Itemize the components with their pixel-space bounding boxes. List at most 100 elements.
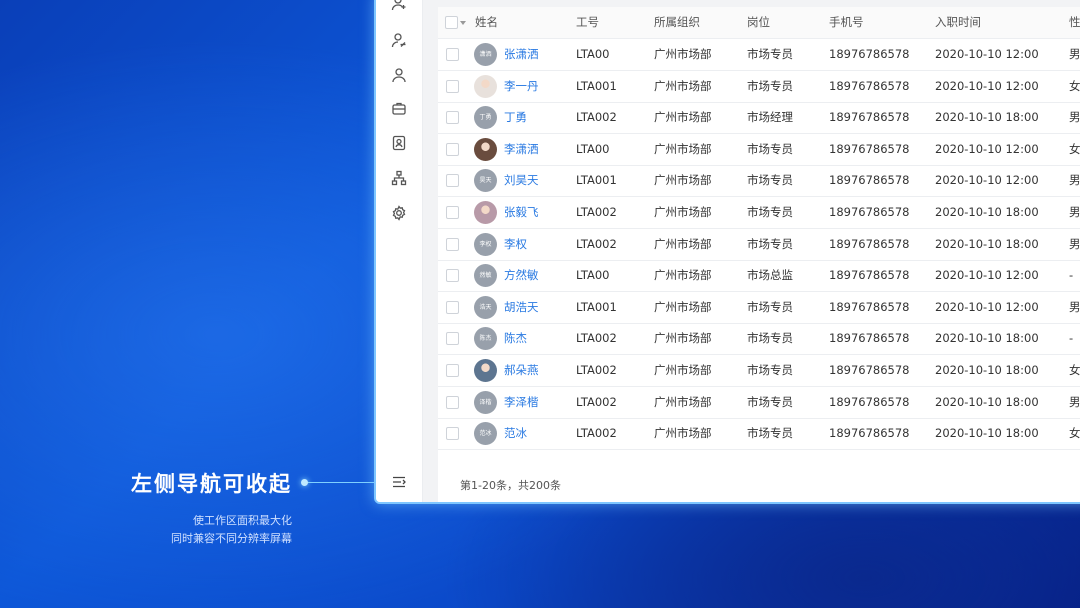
row-checkbox[interactable] xyxy=(446,48,459,61)
row-checkbox[interactable] xyxy=(446,111,459,125)
avatar: 昊天 xyxy=(474,169,497,193)
employee-name-link[interactable]: 张毅飞 xyxy=(504,197,539,228)
cell-gender: 男 xyxy=(1069,205,1080,219)
cell-date: 2020-10-10 12:00 xyxy=(935,141,1039,156)
cell-phone: 18976786578 xyxy=(829,110,910,125)
employee-name-link[interactable]: 丁勇 xyxy=(504,102,527,133)
cell-phone: 18976786578 xyxy=(829,141,910,156)
employee-name-link[interactable]: 刘昊天 xyxy=(504,165,539,196)
cell-id: LTA002 xyxy=(576,205,617,219)
avatar: 浩天 xyxy=(474,295,497,319)
row-checkbox[interactable] xyxy=(446,395,459,409)
table-row[interactable]: 潇洒 张潇洒 LTA00 广州市场部 市场专员 18976786578 2020-10-10… xyxy=(438,39,1080,71)
employee-name-link[interactable]: 张潇洒 xyxy=(504,39,539,70)
employee-name-link[interactable]: 李泽楷 xyxy=(504,387,539,418)
cell-gender: 女 xyxy=(1069,426,1080,441)
cell-phone: 18976786578 xyxy=(829,426,910,441)
avatar: 丁勇 xyxy=(474,106,497,130)
cell-gender: 女 xyxy=(1069,141,1080,156)
row-checkbox[interactable] xyxy=(446,269,459,283)
column-header-id[interactable]: 工号 xyxy=(576,7,599,38)
cell-org: 广州市场部 xyxy=(654,268,712,283)
annotation-title: 左侧导航可收起 xyxy=(131,472,292,496)
cell-phone: 18976786578 xyxy=(829,173,910,188)
cell-post: 市场专员 xyxy=(747,47,793,61)
table-row[interactable]: 然敏 方然敏 LTA00 广州市场部 市场总监 18976786578 2020-10-10… xyxy=(438,260,1080,293)
table-row[interactable]: 郝朵燕 LTA002 广州市场部 市场专员 18976786578 2020-10-10 … xyxy=(438,355,1080,387)
table-row[interactable]: 泽楷 李泽楷 LTA002 广州市场部 市场专员 18976786578 2020-10-1… xyxy=(438,387,1080,419)
row-checkbox[interactable] xyxy=(446,427,459,441)
cell-date: 2020-10-10 18:00 xyxy=(935,394,1039,409)
cell-gender: - xyxy=(1069,268,1074,283)
row-checkbox[interactable] xyxy=(446,206,459,219)
cell-post: 市场专员 xyxy=(747,205,793,219)
employee-name-link[interactable]: 李一丹 xyxy=(504,71,539,102)
employee-name-link[interactable]: 陈杰 xyxy=(504,323,527,354)
cell-id: LTA00 xyxy=(576,47,610,61)
sidebar-nav xyxy=(376,0,423,502)
cell-org: 广州市场部 xyxy=(654,110,712,125)
cell-phone: 18976786578 xyxy=(829,78,910,93)
avatar: 陈杰 xyxy=(474,327,497,351)
annotation-subtitle-line-1: 使工作区面积最大化 xyxy=(193,514,292,527)
employee-name-link[interactable]: 李权 xyxy=(504,229,527,260)
row-checkbox[interactable] xyxy=(446,174,459,188)
employee-name-link[interactable]: 胡浩天 xyxy=(504,292,539,323)
row-checkbox[interactable] xyxy=(446,300,459,314)
row-checkbox[interactable] xyxy=(446,142,459,156)
briefcase-icon[interactable] xyxy=(389,98,409,118)
employee-name-link[interactable]: 方然敏 xyxy=(504,260,539,291)
cell-org: 广州市场部 xyxy=(654,394,712,409)
cell-org: 广州市场部 xyxy=(654,47,712,61)
employee-name-link[interactable]: 郝朵燕 xyxy=(504,355,539,386)
row-checkbox[interactable] xyxy=(446,332,459,346)
select-dropdown-caret-icon[interactable] xyxy=(460,21,466,25)
employee-name-link[interactable]: 李潇洒 xyxy=(504,134,539,165)
cell-id: LTA002 xyxy=(576,394,617,409)
user-edit-icon[interactable] xyxy=(389,30,409,50)
row-checkbox[interactable] xyxy=(446,364,459,377)
cell-phone: 18976786578 xyxy=(829,331,910,346)
avatar: 潇洒 xyxy=(474,43,497,66)
table-row[interactable]: 李一丹 LTA001 广州市场部 市场专员 18976786578 2020-10-10 … xyxy=(438,71,1080,103)
table-row[interactable]: 李潇洒 LTA00 广州市场部 市场专员 18976786578 2020-10-10 1… xyxy=(438,134,1080,166)
add-user-icon[interactable] xyxy=(389,0,409,13)
column-header-date[interactable]: 入职时间 xyxy=(935,7,981,38)
cell-id: LTA001 xyxy=(576,299,617,314)
cell-id: LTA002 xyxy=(576,426,617,441)
user-icon[interactable] xyxy=(389,65,409,85)
table-row[interactable]: 浩天 胡浩天 LTA001 广州市场部 市场专员 18976786578 2020-10-1… xyxy=(438,292,1080,324)
cell-gender: 男 xyxy=(1069,236,1080,251)
cell-org: 广州市场部 xyxy=(654,236,712,251)
column-header-org[interactable]: 所属组织 xyxy=(654,7,700,38)
cell-date: 2020-10-10 12:00 xyxy=(935,47,1039,61)
column-header-post[interactable]: 岗位 xyxy=(747,7,770,38)
cell-post: 市场专员 xyxy=(747,426,793,441)
column-header-phone[interactable]: 手机号 xyxy=(829,7,864,38)
avatar: 然敏 xyxy=(474,264,497,288)
row-checkbox[interactable] xyxy=(446,237,459,251)
table-row[interactable]: 范冰 范冰 LTA002 广州市场部 市场专员 18976786578 2020-10-10… xyxy=(438,418,1080,451)
cell-org: 广州市场部 xyxy=(654,173,712,188)
column-header-gender[interactable]: 性 xyxy=(1069,7,1080,38)
cell-id: LTA002 xyxy=(576,331,617,346)
id-card-icon[interactable] xyxy=(389,133,409,153)
table-row[interactable]: 丁勇 丁勇 LTA002 广州市场部 市场经理 18976786578 2020-10-10… xyxy=(438,102,1080,135)
gear-icon[interactable] xyxy=(389,203,409,223)
row-checkbox[interactable] xyxy=(446,79,459,93)
collapse-menu-icon[interactable] xyxy=(389,472,409,492)
org-chart-icon[interactable] xyxy=(389,168,409,188)
cell-id: LTA001 xyxy=(576,78,617,93)
cell-org: 广州市场部 xyxy=(654,205,712,219)
column-header-name[interactable]: 姓名 xyxy=(475,7,498,38)
cell-post: 市场经理 xyxy=(747,110,793,125)
select-all-checkbox[interactable] xyxy=(445,16,458,29)
cell-post: 市场专员 xyxy=(747,394,793,409)
cell-post: 市场总监 xyxy=(747,268,793,283)
cell-org: 广州市场部 xyxy=(654,331,712,346)
table-row[interactable]: 张毅飞 LTA002 广州市场部 市场专员 18976786578 2020-10-10 … xyxy=(438,197,1080,229)
table-row[interactable]: 陈杰 陈杰 LTA002 广州市场部 市场专员 18976786578 2020-10-10… xyxy=(438,323,1080,356)
table-row[interactable]: 李权 李权 LTA002 广州市场部 市场专员 18976786578 2020-10-10… xyxy=(438,229,1080,261)
table-row[interactable]: 昊天 刘昊天 LTA001 广州市场部 市场专员 18976786578 2020-10-1… xyxy=(438,165,1080,198)
employee-name-link[interactable]: 范冰 xyxy=(504,418,527,449)
